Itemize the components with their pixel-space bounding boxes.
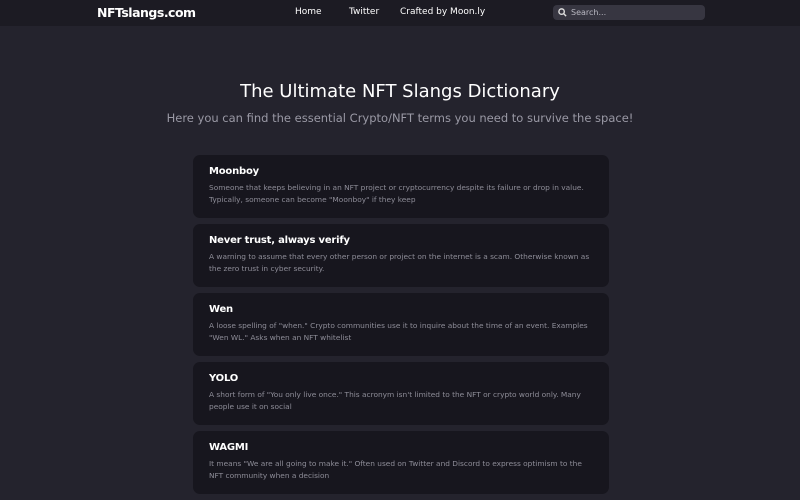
search-input[interactable] (571, 8, 691, 17)
term-card[interactable]: YOLO A short form of "You only live once.… (193, 362, 609, 425)
nav-home[interactable]: Home (295, 7, 322, 17)
term-description: It means "We are all going to make it." … (209, 459, 582, 480)
term-title: WAGMI (209, 442, 249, 453)
term-card[interactable]: Moonboy Someone that keeps believing in a… (193, 155, 609, 218)
term-card[interactable]: Never trust, always verify A warning to a… (193, 224, 609, 287)
page-subtitle: Here you can find the essential Crypto/N… (166, 111, 634, 125)
term-title: YOLO (209, 373, 239, 384)
nav-twitter[interactable]: Twitter (349, 7, 379, 17)
term-description: A loose spelling of "when." Crypto commu… (209, 321, 588, 342)
site-logo[interactable]: NFTslangs.com (97, 5, 196, 20)
top-nav: NFTslangs.com Home Twitter Crafted by Mo… (0, 0, 800, 26)
term-title: Moonboy (209, 166, 259, 177)
term-title: Never trust, always verify (209, 235, 350, 246)
term-card[interactable]: Wen A loose spelling of "when." Crypto co… (193, 293, 609, 356)
term-description: A warning to assume that every other per… (209, 252, 590, 273)
nav-crafted-by[interactable]: Crafted by Moon.ly (400, 7, 485, 17)
search-icon (558, 8, 567, 17)
term-card[interactable]: WAGMI It means "We are all going to make … (193, 431, 609, 494)
term-description: Someone that keeps believing in an NFT p… (209, 183, 584, 204)
term-description: A short form of "You only live once." Th… (209, 390, 581, 411)
term-list: Moonboy Someone that keeps believing in a… (193, 155, 609, 500)
search-box[interactable] (553, 5, 705, 20)
term-title: Wen (209, 304, 233, 315)
page-title: The Ultimate NFT Slangs Dictionary (240, 81, 560, 102)
